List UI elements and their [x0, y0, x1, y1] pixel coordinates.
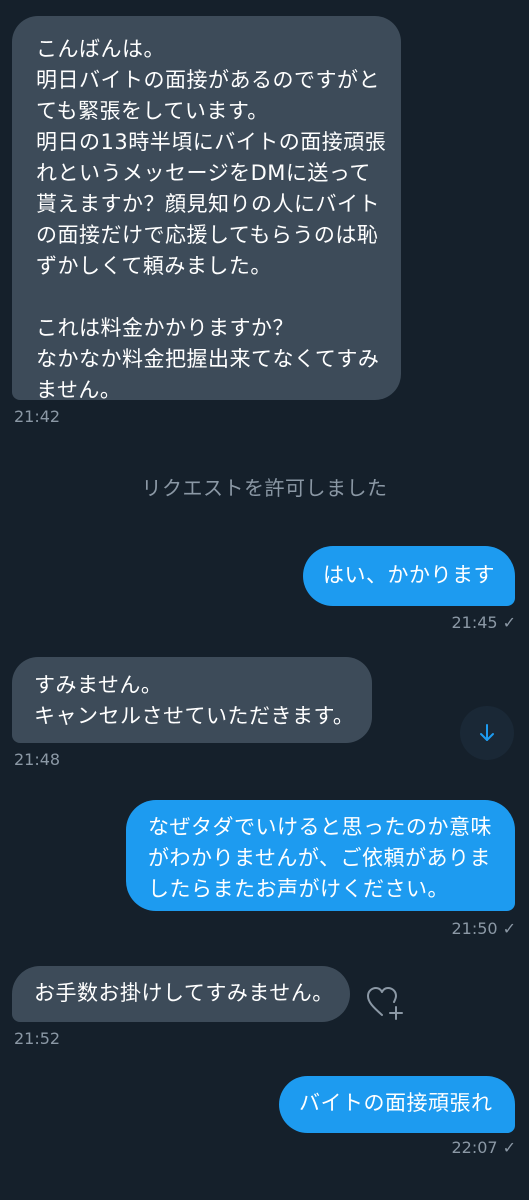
sent-message-bubble[interactable]: はい、かかります	[303, 546, 515, 606]
received-message-bubble[interactable]: お手数お掛けしてすみません。	[12, 966, 350, 1022]
check-icon: ✓	[502, 613, 516, 632]
sent-message-bubble[interactable]: バイトの面接頑張れ	[279, 1076, 515, 1133]
received-message-bubble[interactable]: すみません。 キャンセルさせていただきます。	[12, 657, 372, 743]
arrow-down-icon	[480, 724, 494, 741]
message-timestamp: 21:50 ✓	[451, 919, 516, 938]
message-timestamp: 21:42	[14, 407, 61, 426]
sent-message-bubble[interactable]: なぜタダでいけると思ったのか意味がわかりませんが、ご依頼がありましたらまたお声が…	[126, 800, 515, 911]
message-timestamp: 21:48	[14, 750, 61, 769]
received-message-bubble[interactable]: こんばんは。 明日バイトの面接があるのですがとても緊張をしています。 明日の13…	[12, 16, 401, 402]
add-reaction-button[interactable]	[365, 985, 405, 1021]
message-timestamp: 21:52	[14, 1029, 61, 1048]
check-icon: ✓	[502, 1138, 516, 1157]
system-message: リクエストを許可しました	[141, 476, 388, 500]
message-timestamp: 21:45 ✓	[451, 613, 516, 632]
scroll-to-bottom-button[interactable]	[460, 706, 514, 760]
check-icon: ✓	[502, 919, 516, 938]
message-timestamp: 22:07 ✓	[451, 1138, 516, 1157]
heart-plus-icon	[367, 987, 403, 1020]
